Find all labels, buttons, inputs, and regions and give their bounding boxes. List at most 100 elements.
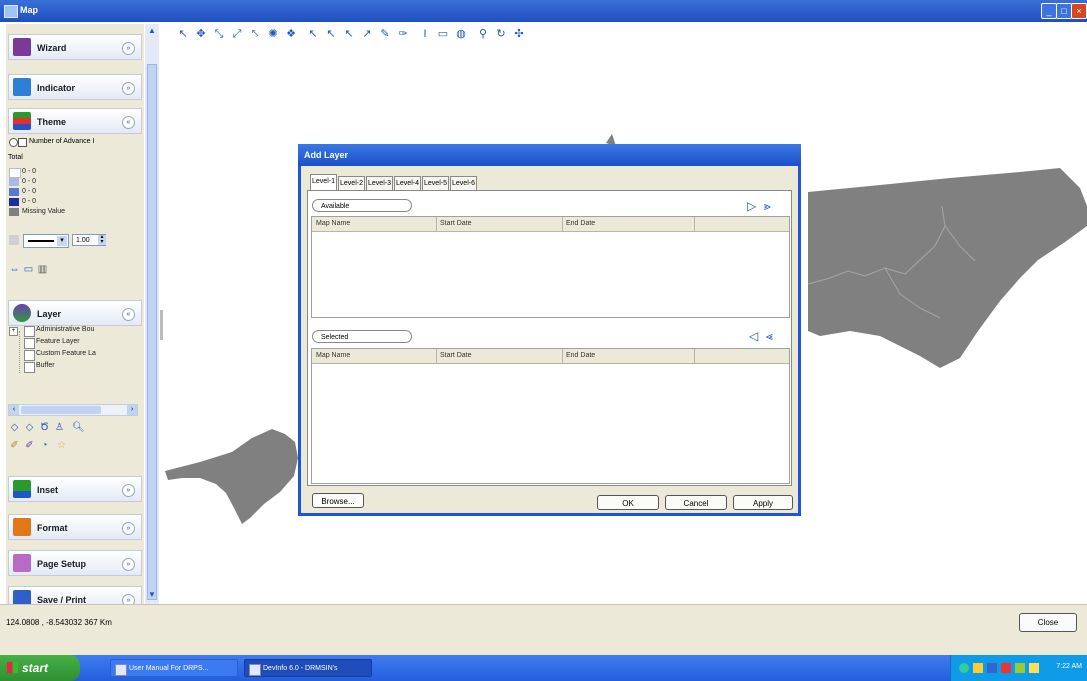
expand-icon[interactable]: »: [122, 82, 135, 95]
move-down-icon[interactable]: ◇: [24, 422, 35, 433]
legend-swatch[interactable]: [9, 208, 19, 216]
sidebar-scrollbar[interactable]: ▲ ▼: [145, 24, 159, 604]
taskbar-item-user-manual[interactable]: User Manual For DRPS...: [110, 659, 238, 677]
layer-checkbox[interactable]: [24, 350, 35, 361]
browse-button[interactable]: Browse...: [312, 493, 364, 508]
scroll-thumb[interactable]: [21, 406, 101, 414]
layer-item[interactable]: Feature Layer: [36, 338, 80, 345]
spinner-icon[interactable]: ▴ ▾: [98, 234, 106, 245]
measure-icon[interactable]: ✎: [378, 27, 392, 41]
tray-icon[interactable]: [987, 663, 997, 673]
checkbox-icon[interactable]: [18, 138, 27, 147]
link-icon[interactable]: ⚲: [476, 27, 490, 41]
scroll-up-icon[interactable]: ▲: [147, 26, 157, 36]
legend-swatch[interactable]: [9, 178, 19, 186]
legend-swatch[interactable]: [9, 188, 19, 196]
column-start-date[interactable]: Start Date: [440, 220, 472, 227]
tray-icon[interactable]: [1015, 663, 1025, 673]
full-extent-icon[interactable]: ✺: [266, 27, 280, 41]
legend-swatch[interactable]: [9, 168, 21, 178]
line-style-select[interactable]: ▾: [23, 234, 69, 248]
panel-indicator[interactable]: Indicator »: [8, 74, 142, 100]
tray-icon[interactable]: [959, 663, 969, 673]
tray-icon[interactable]: [973, 663, 983, 673]
zoom-out-icon[interactable]: ⤢: [230, 27, 244, 41]
draw-line-icon[interactable]: ↗: [360, 27, 374, 41]
delete-icon[interactable]: ▥: [37, 264, 48, 275]
tray-icon[interactable]: [1029, 663, 1039, 673]
layer-item[interactable]: Buffer: [36, 362, 55, 369]
expand-icon[interactable]: »: [122, 484, 135, 497]
star-icon[interactable]: ☆: [56, 440, 67, 451]
add-layer-icon[interactable]: ✐: [9, 440, 20, 451]
edit-layer-icon[interactable]: ✐: [24, 440, 35, 451]
column-end-date[interactable]: End Date: [566, 352, 595, 359]
move-up-icon[interactable]: ◇: [9, 422, 20, 433]
column-map-name[interactable]: Map Name: [316, 352, 350, 359]
expand-icon[interactable]: »: [122, 594, 135, 604]
settings-icon[interactable]: ✣: [512, 27, 526, 41]
map-region-east[interactable]: [808, 168, 1087, 368]
layer-checkbox[interactable]: [24, 326, 35, 337]
column-start-date[interactable]: Start Date: [440, 352, 472, 359]
scroll-right-icon[interactable]: ›: [127, 405, 137, 415]
tray-icon[interactable]: [1001, 663, 1011, 673]
layer-properties-icon[interactable]: Ծ: [39, 422, 50, 433]
apply-button[interactable]: Apply: [733, 495, 793, 510]
tab-level-5[interactable]: Level-5: [422, 176, 449, 190]
layer-item[interactable]: Administrative Bou: [36, 326, 94, 333]
new-theme-icon[interactable]: ▭: [23, 264, 34, 275]
layer-zoom-icon[interactable]: 🔍︎: [72, 422, 85, 433]
select-arrow-icon[interactable]: ↖: [176, 27, 190, 41]
move-all-left-icon[interactable]: ⪡: [766, 330, 773, 342]
text-icon[interactable]: Ι: [418, 27, 432, 41]
layer-hscrollbar[interactable]: ‹ ›: [8, 404, 138, 416]
panel-page-setup[interactable]: Page Setup »: [8, 550, 142, 576]
panel-format[interactable]: Format »: [8, 514, 142, 540]
scroll-left-icon[interactable]: ‹: [9, 405, 19, 415]
taskbar-item-devinfo[interactable]: DevInfo 6.0 - DRMSIN's: [244, 659, 372, 677]
tab-level-3[interactable]: Level-3: [366, 176, 393, 190]
line-style-swatch[interactable]: [9, 235, 19, 245]
radio-icon[interactable]: [9, 138, 18, 147]
panel-wizard[interactable]: Wizard »: [8, 34, 142, 60]
cancel-button[interactable]: Cancel: [665, 495, 727, 510]
tab-level-4[interactable]: Level-4: [394, 176, 421, 190]
label-icon[interactable]: ✑: [396, 27, 410, 41]
expand-icon[interactable]: »: [122, 558, 135, 571]
tree-expand-icon[interactable]: +: [9, 327, 18, 336]
expand-icon[interactable]: »: [122, 42, 135, 55]
available-maps-table[interactable]: Map Name Start Date End Date: [311, 216, 790, 318]
scroll-down-icon[interactable]: ▼: [147, 590, 157, 600]
column-end-date[interactable]: End Date: [566, 220, 595, 227]
pan-icon[interactable]: ✥: [194, 27, 208, 41]
tab-level-2[interactable]: Level-2: [338, 176, 365, 190]
tab-level-6[interactable]: Level-6: [450, 176, 477, 190]
move-left-icon[interactable]: ◁: [749, 330, 758, 342]
zoom-previous-icon[interactable]: ⤣: [248, 27, 262, 41]
start-button[interactable]: start: [0, 655, 80, 681]
zoom-in-icon[interactable]: ⤡: [212, 27, 226, 41]
ellipse-icon[interactable]: ◍: [454, 27, 468, 41]
maximize-button[interactable]: □: [1056, 3, 1072, 19]
identify-icon[interactable]: ↖: [306, 27, 320, 41]
scroll-thumb[interactable]: [147, 64, 157, 600]
panel-inset[interactable]: Inset »: [8, 476, 142, 502]
pointer-icon[interactable]: ↖: [342, 27, 356, 41]
layer-checkbox[interactable]: [24, 362, 35, 373]
selected-maps-table[interactable]: Map Name Start Date End Date: [311, 348, 790, 484]
collapse-icon[interactable]: «: [122, 308, 135, 321]
column-map-name[interactable]: Map Name: [316, 220, 350, 227]
minimize-button[interactable]: _: [1041, 3, 1057, 19]
rectangle-icon[interactable]: ▭: [436, 27, 450, 41]
info-icon[interactable]: ↖: [324, 27, 338, 41]
map-region-west[interactable]: [165, 429, 298, 524]
tab-level-1[interactable]: Level-1: [310, 174, 337, 191]
zoom-extent-icon[interactable]: ❖: [284, 27, 298, 41]
legend-swatch[interactable]: [9, 198, 19, 206]
move-all-right-icon[interactable]: ⪢: [764, 200, 771, 212]
layer-item[interactable]: Custom Feature La: [36, 350, 96, 357]
collapse-icon[interactable]: «: [122, 116, 135, 129]
move-right-icon[interactable]: ▷: [747, 200, 756, 212]
panel-layer[interactable]: Layer «: [8, 300, 142, 326]
